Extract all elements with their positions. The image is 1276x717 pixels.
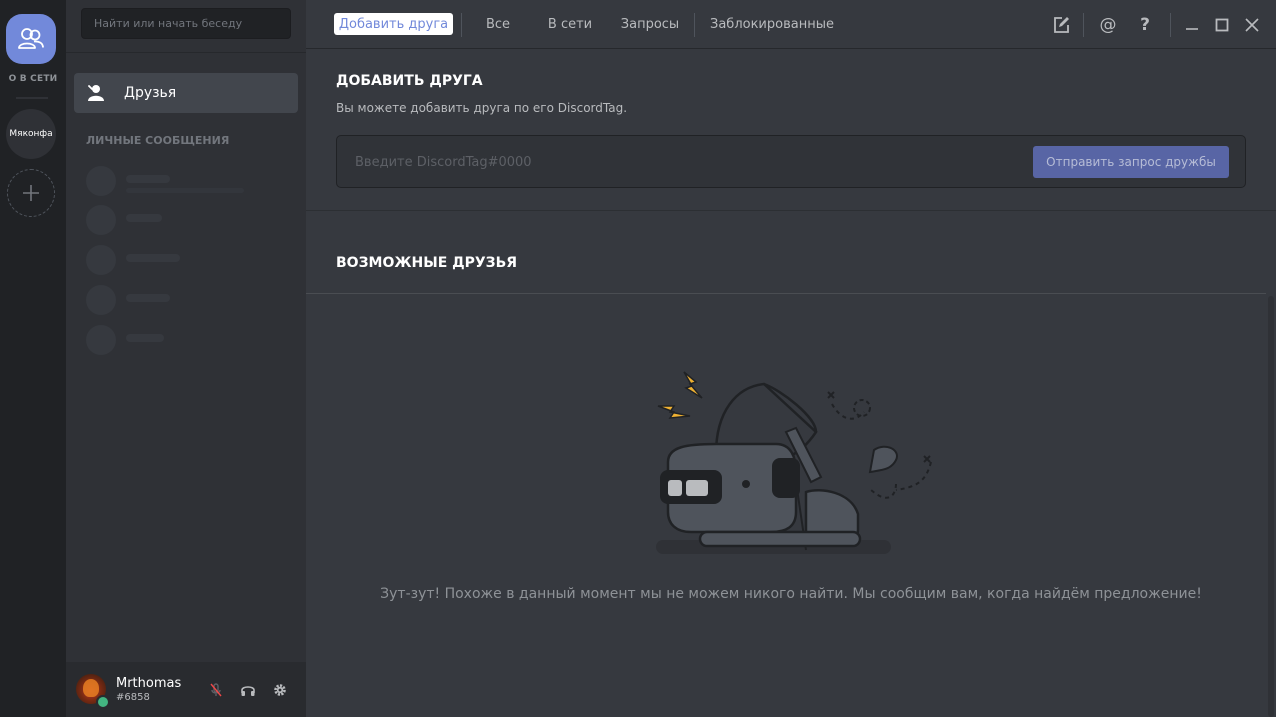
add-friend-form: Отправить запрос дружбы: [336, 135, 1246, 189]
close-icon[interactable]: [1240, 13, 1264, 37]
add-server-button[interactable]: [7, 169, 55, 217]
sidebar-item-friends[interactable]: Друзья: [74, 73, 298, 113]
user-settings-button[interactable]: [270, 680, 290, 700]
sidebar-divider: [66, 52, 306, 53]
server-rail: О В СЕТИ Мяконфа: [0, 0, 66, 717]
online-count-label: О В СЕТИ: [8, 74, 58, 84]
server-icon-myakonfa[interactable]: Мяконфа: [6, 109, 56, 159]
tab-all[interactable]: Все: [478, 13, 518, 35]
empty-state-message: Зут-зут! Похоже в данный момент мы не мо…: [380, 586, 1202, 602]
main-panel: Добавить друга Все В сети Запросы Заблок…: [306, 0, 1276, 717]
dm-placeholder: [86, 285, 306, 317]
microphone-muted-icon: [210, 683, 222, 697]
direct-messages-header: ЛИЧНЫЕ СООБЩЕНИЯ: [86, 134, 230, 147]
mention-icon[interactable]: @: [1096, 13, 1120, 37]
lightning-icon: [657, 405, 691, 419]
new-group-dm-icon[interactable]: [1049, 13, 1073, 37]
search-box[interactable]: [81, 8, 291, 39]
send-friend-request-button[interactable]: Отправить запрос дружбы: [1033, 146, 1229, 178]
add-friend-description: Вы можете добавить друга по его DiscordT…: [336, 101, 628, 115]
deafen-button[interactable]: [238, 680, 258, 700]
mute-microphone-button[interactable]: [206, 680, 226, 700]
tab-blocked[interactable]: Заблокированные: [708, 13, 836, 35]
section-divider: [306, 293, 1266, 294]
section-divider: [306, 210, 1276, 211]
tab-divider: [461, 13, 462, 37]
plus-icon: [23, 185, 39, 201]
add-friend-title: ДОБАВИТЬ ДРУГА: [336, 73, 483, 89]
friends-home-button[interactable]: [6, 14, 56, 64]
tab-add-friend[interactable]: Добавить друга: [334, 13, 453, 35]
toolbar-divider: [1083, 13, 1084, 37]
tab-pending[interactable]: Запросы: [618, 13, 682, 35]
lightning-icon: [683, 371, 703, 399]
user-panel: Mrthomas #6858: [66, 662, 306, 717]
possible-friends-title: ВОЗМОЖНЫЕ ДРУЗЬЯ: [336, 255, 518, 271]
username: Mrthomas: [116, 676, 182, 691]
discord-tag-input[interactable]: [353, 136, 997, 189]
dm-placeholder: [86, 205, 306, 237]
gear-icon: [274, 684, 286, 696]
search-input[interactable]: [92, 16, 280, 31]
friends-wave-icon: [86, 81, 110, 105]
dm-placeholder: [86, 325, 306, 357]
maximize-icon[interactable]: [1210, 13, 1234, 37]
dm-placeholder: [86, 245, 306, 277]
headphones-icon: [241, 686, 255, 696]
user-tag: #6858: [116, 692, 150, 703]
wumpus-megaphone-illustration: [656, 371, 932, 554]
scrollbar[interactable]: [1268, 296, 1274, 717]
friends-icon: [18, 28, 44, 49]
minimize-icon[interactable]: [1180, 13, 1204, 37]
sidebar-item-label: Друзья: [124, 85, 177, 101]
tab-online[interactable]: В сети: [542, 13, 598, 35]
online-status-dot: [96, 695, 110, 709]
help-icon[interactable]: ?: [1133, 13, 1157, 37]
toolbar-divider: [1170, 13, 1171, 37]
tab-divider: [694, 13, 695, 37]
rail-divider: [16, 97, 48, 99]
dm-placeholder: [86, 166, 306, 198]
friends-tab-bar: Добавить друга Все В сети Запросы Заблок…: [306, 0, 1276, 49]
channel-sidebar: Друзья ЛИЧНЫЕ СООБЩЕНИЯ Mrthomas #6858: [66, 0, 306, 717]
